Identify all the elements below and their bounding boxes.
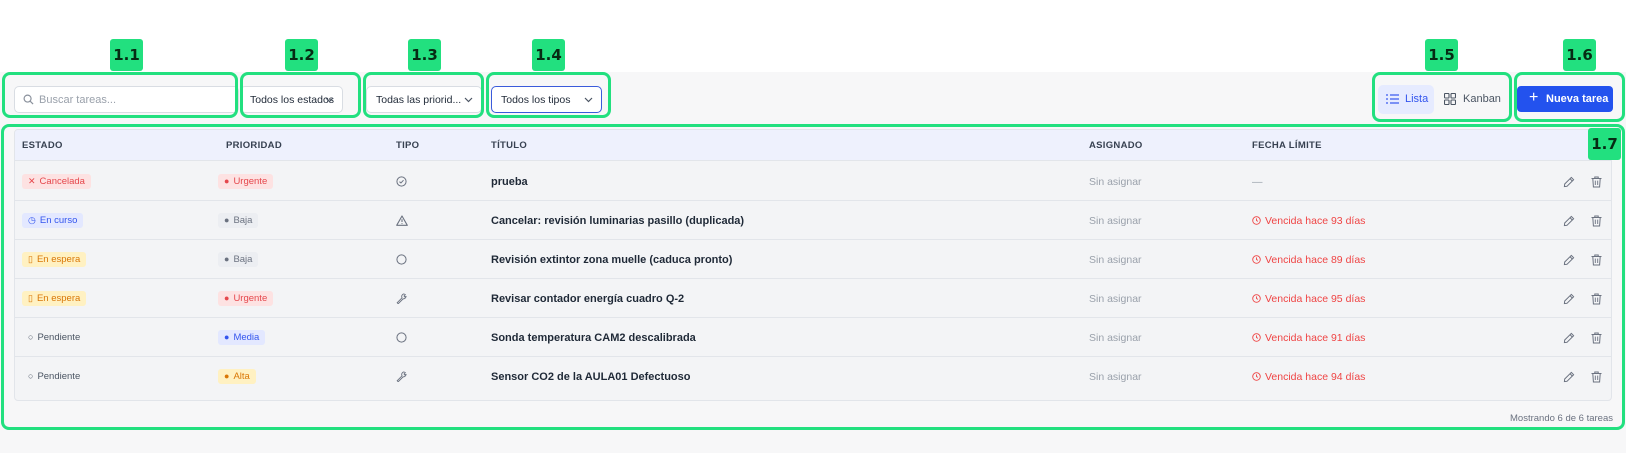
annotation-box-1-1 [2, 72, 238, 118]
annotation-label-1-4: 1.4 [532, 39, 565, 71]
annotation-box-1-2 [240, 72, 361, 118]
annotation-label-1-5: 1.5 [1425, 39, 1458, 71]
annotation-label-1-7: 1.7 [1588, 128, 1621, 160]
annotation-box-1-4 [486, 72, 611, 118]
annotation-label-1-6: 1.6 [1563, 39, 1596, 71]
annotation-box-1-7 [1, 124, 1625, 430]
annotation-box-1-5 [1372, 72, 1512, 122]
annotation-box-1-3 [363, 72, 484, 118]
annotation-box-1-6 [1514, 72, 1625, 122]
annotation-label-1-3: 1.3 [408, 39, 441, 71]
annotation-label-1-1: 1.1 [110, 39, 143, 71]
annotation-label-1-2: 1.2 [285, 39, 318, 71]
